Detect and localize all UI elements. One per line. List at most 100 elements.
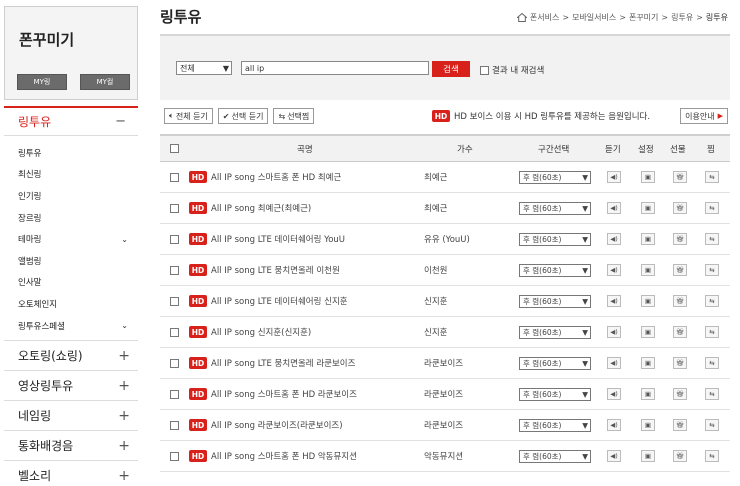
play-icon[interactable]: ◀︎) (607, 326, 621, 338)
gift-icon[interactable]: 🎁︎ (673, 419, 687, 431)
song-title[interactable]: All IP song LTE 뭉치면올레 이천원 (211, 264, 340, 276)
range-select-box[interactable]: 후 렴(60초) ▼ (519, 201, 591, 215)
favorite-icon[interactable]: ⇆ (705, 264, 719, 276)
singer-name[interactable]: 라쿤보이즈 (424, 348, 463, 378)
research-checkbox[interactable] (480, 65, 489, 75)
phone-set-icon[interactable]: ▣ (641, 388, 655, 400)
sidebar-menu-item[interactable]: 벨소리 + (4, 461, 138, 486)
search-input[interactable]: all ip (241, 61, 429, 75)
favorite-icon[interactable]: ⇆ (705, 419, 719, 431)
fav-selected-button[interactable]: ⇆ 선택찜 (273, 108, 315, 124)
song-title[interactable]: All IP song LTE 데이터쉐어링 신지훈 (211, 295, 348, 307)
singer-name[interactable]: 라쿤보이즈 (424, 410, 463, 440)
favorite-icon[interactable]: ⇆ (705, 202, 719, 214)
range-select-box[interactable]: 후 렴(60초) ▼ (519, 232, 591, 246)
song-title[interactable]: All IP song LTE 뭉치면올레 라쿤보이즈 (211, 357, 355, 369)
singer-name[interactable]: 이천원 (424, 255, 447, 285)
breadcrumb-item[interactable]: 링투유 (671, 12, 693, 23)
gift-icon[interactable]: 🎁︎ (673, 326, 687, 338)
play-icon[interactable]: ◀︎) (607, 171, 621, 183)
gift-icon[interactable]: 🎁︎ (673, 171, 687, 183)
my-ring-button[interactable]: MY링 (17, 74, 67, 90)
row-checkbox[interactable] (170, 327, 179, 337)
phone-set-icon[interactable]: ▣ (641, 295, 655, 307)
song-title[interactable]: All IP song 스마트홈 폰 HD 최예근 (211, 171, 341, 183)
sidebar-menu-item[interactable]: 오토링(쇼링) + (4, 341, 138, 372)
range-select[interactable]: 후 렴(60초) ▼ (519, 255, 591, 285)
play-icon[interactable]: ◀︎) (607, 357, 621, 369)
row-checkbox[interactable] (170, 265, 179, 275)
sidebar-subitem[interactable]: 링투유 (4, 142, 138, 164)
gift-icon[interactable]: 🎁︎ (673, 295, 687, 307)
singer-name[interactable]: 최예근 (424, 193, 447, 223)
phone-set-icon[interactable]: ▣ (641, 419, 655, 431)
phone-set-icon[interactable]: ▣ (641, 171, 655, 183)
phone-set-icon[interactable]: ▣ (641, 202, 655, 214)
my-color-button[interactable]: MY컬 (80, 74, 130, 90)
row-checkbox[interactable] (170, 451, 179, 461)
search-category-select[interactable]: 전체 ▼ (176, 61, 232, 75)
chevron-down-icon[interactable]: ⌄ (121, 235, 128, 244)
phone-set-icon[interactable]: ▣ (641, 450, 655, 462)
gift-icon[interactable]: 🎁︎ (673, 202, 687, 214)
gift-icon[interactable]: 🎁︎ (673, 233, 687, 245)
range-select[interactable]: 후 렴(60초) ▼ (519, 162, 591, 192)
search-button[interactable]: 검색 (432, 61, 470, 77)
listen-all-button[interactable]: 🔈︎ 전체 듣기 (164, 108, 213, 124)
song-title[interactable]: All IP song 라쿤보이즈(라쿤보이즈) (211, 419, 343, 431)
range-select[interactable]: 후 렴(60초) ▼ (519, 441, 591, 471)
play-icon[interactable]: ◀︎) (607, 450, 621, 462)
row-checkbox[interactable] (170, 234, 179, 244)
range-select[interactable]: 후 렴(60초) ▼ (519, 348, 591, 378)
favorite-icon[interactable]: ⇆ (705, 450, 719, 462)
sidebar-menu-item[interactable]: 네임링 + (4, 401, 138, 432)
sidebar-subitem[interactable]: 오토체인지 (4, 293, 138, 315)
range-select-box[interactable]: 후 렴(60초) ▼ (519, 418, 591, 432)
singer-name[interactable]: 라쿤보이즈 (424, 379, 463, 409)
breadcrumb-item[interactable]: 폰서비스 (530, 12, 559, 23)
favorite-icon[interactable]: ⇆ (705, 326, 719, 338)
song-title[interactable]: All IP song 스마트홈 폰 HD 라쿤보이즈 (211, 388, 357, 400)
sidebar-menu-ringtoyou[interactable]: 링투유 − (4, 106, 138, 136)
favorite-icon[interactable]: ⇆ (705, 233, 719, 245)
sidebar-subitem[interactable]: 링투유스페셜 ⌄ (4, 315, 138, 337)
singer-name[interactable]: 신지훈 (424, 317, 447, 347)
range-select[interactable]: 후 렴(60초) ▼ (519, 410, 591, 440)
song-title[interactable]: All IP song 최예근(최예근) (211, 202, 311, 214)
select-all-checkbox[interactable] (170, 144, 179, 153)
range-select-box[interactable]: 후 렴(60초) ▼ (519, 263, 591, 277)
sidebar-menu-item[interactable]: 통화배경음 + (4, 431, 138, 462)
sidebar-subitem[interactable]: 테마링 ⌄ (4, 228, 138, 250)
play-icon[interactable]: ◀︎) (607, 233, 621, 245)
phone-set-icon[interactable]: ▣ (641, 326, 655, 338)
row-checkbox[interactable] (170, 358, 179, 368)
singer-name[interactable]: 악동뮤지션 (424, 441, 463, 471)
sidebar-subitem[interactable]: 최신링 (4, 164, 138, 186)
gift-icon[interactable]: 🎁︎ (673, 450, 687, 462)
song-title[interactable]: All IP song LTE 데이터쉐어링 YouU (211, 233, 345, 245)
play-icon[interactable]: ◀︎) (607, 388, 621, 400)
row-checkbox[interactable] (170, 296, 179, 306)
row-checkbox[interactable] (170, 420, 179, 430)
range-select-box[interactable]: 후 렴(60초) ▼ (519, 387, 591, 401)
range-select[interactable]: 후 렴(60초) ▼ (519, 317, 591, 347)
range-select[interactable]: 후 렴(60초) ▼ (519, 379, 591, 409)
sidebar-menu-item[interactable]: 영상링투유 + (4, 371, 138, 402)
range-select[interactable]: 후 렴(60초) ▼ (519, 193, 591, 223)
favorite-icon[interactable]: ⇆ (705, 357, 719, 369)
phone-set-icon[interactable]: ▣ (641, 233, 655, 245)
gift-icon[interactable]: 🎁︎ (673, 357, 687, 369)
gift-icon[interactable]: 🎁︎ (673, 264, 687, 276)
singer-name[interactable]: 최예근 (424, 162, 447, 192)
play-icon[interactable]: ◀︎) (607, 419, 621, 431)
singer-name[interactable]: 유유 (YouU) (424, 224, 470, 254)
listen-selected-button[interactable]: ✔ 선택 듣기 (217, 108, 269, 124)
range-select-box[interactable]: 후 렴(60초) ▼ (519, 170, 591, 184)
phone-set-icon[interactable]: ▣ (641, 357, 655, 369)
research-option[interactable]: 결과 내 재검색 (480, 64, 544, 76)
usage-guide-button[interactable]: 이용안내 ▶ (680, 108, 728, 124)
range-select[interactable]: 후 렴(60초) ▼ (519, 286, 591, 316)
singer-name[interactable]: 신지훈 (424, 286, 447, 316)
breadcrumb-item[interactable]: 모바일서비스 (572, 12, 616, 23)
sidebar-subitem[interactable]: 인사말 (4, 272, 138, 294)
